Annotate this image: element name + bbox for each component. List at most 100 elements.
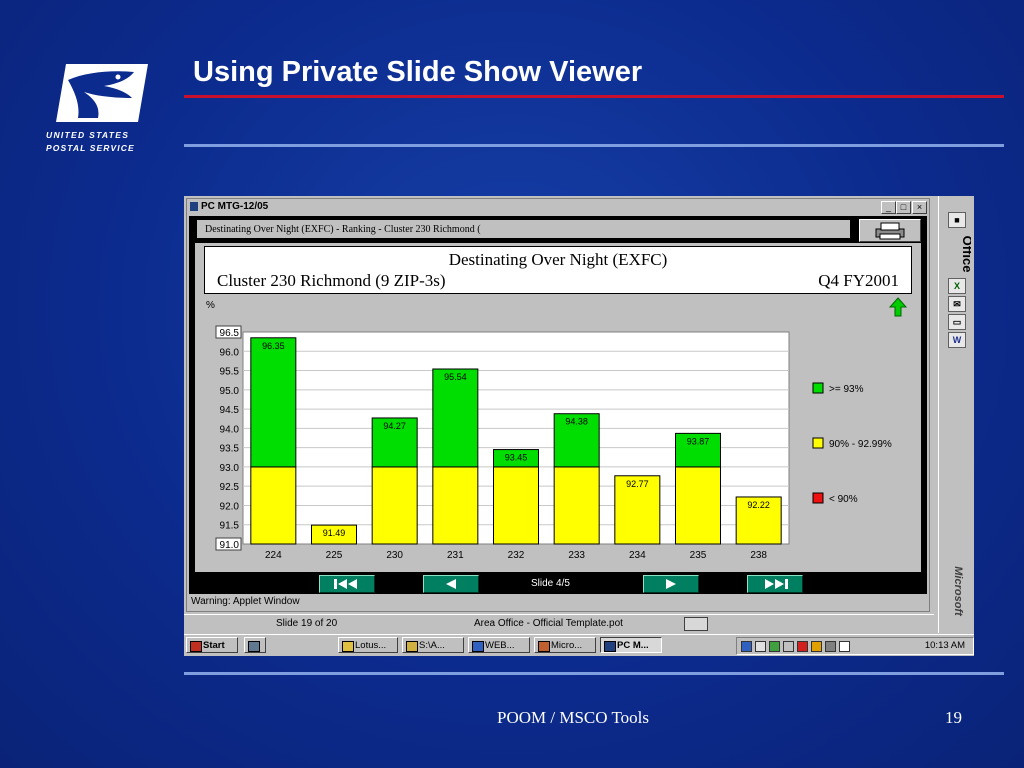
folder-icon [406, 641, 418, 652]
x-tick-label: 230 [386, 550, 403, 561]
spelling-icon [684, 617, 708, 631]
printer-icon [875, 222, 905, 240]
close-button[interactable]: × [912, 201, 927, 214]
embedded-screenshot: PC MTG-12/05 _ □ × Destinating Over Nigh… [184, 196, 974, 656]
y-tick-label: 94.0 [220, 424, 240, 435]
desktop-icon [248, 641, 260, 652]
bar-green [432, 368, 479, 468]
first-slide-button[interactable] [319, 575, 375, 593]
lotus-icon [342, 641, 354, 652]
bar-yellow [493, 466, 539, 545]
print-button[interactable] [859, 219, 921, 242]
taskbar: Start Lotus... S:\A... WEB... Micro... P… [184, 634, 974, 656]
clock[interactable]: 10:13 AM [925, 640, 965, 651]
windows-logo-icon [190, 641, 202, 652]
bar-value-label: 91.49 [323, 528, 346, 538]
up-arrow-icon[interactable] [889, 297, 907, 317]
x-tick-label: 234 [629, 550, 646, 561]
system-tray: 10:13 AM [736, 637, 974, 655]
minimize-button[interactable]: _ [881, 201, 896, 214]
office-logo-icon[interactable]: ■ [948, 212, 966, 228]
sync-icon[interactable] [811, 641, 822, 652]
footer-rule [184, 672, 1004, 675]
bar-value-label: 93.45 [505, 453, 528, 463]
agent-icon[interactable] [769, 641, 780, 652]
excel-icon[interactable]: X [948, 278, 966, 294]
logo-text-line1: UNITED STATES [46, 130, 130, 140]
y-tick-label: 91.0 [220, 540, 240, 551]
powerpoint-icon [538, 641, 550, 652]
printer-tray-icon[interactable] [825, 641, 836, 652]
slide-indicator: Slide 4/5 [531, 578, 570, 589]
last-icon [765, 579, 788, 589]
start-label: Start [203, 640, 225, 651]
legend-swatch [812, 437, 824, 449]
bar-chart: 96.5 96.0 95.5 95.0 94.5 94.0 93.5 93.0 92.5 92.0… [215, 325, 892, 561]
task-lotus[interactable]: Lotus... [338, 637, 398, 653]
y-tick-label: 93.5 [220, 444, 240, 455]
title-rule-blue [184, 144, 1004, 147]
bar-value-label: 96.35 [262, 341, 285, 351]
notes-n-icon[interactable] [797, 641, 808, 652]
chart-subtitle-left: Cluster 230 Richmond (9 ZIP-3s) [217, 271, 446, 290]
clock-tray-icon[interactable] [839, 641, 850, 652]
slide-number: 19 [945, 708, 962, 727]
usps-logo: UNITED STATES POSTAL SERVICE [46, 62, 156, 157]
first-icon [334, 579, 357, 589]
applet-titlebar[interactable]: PC MTG-12/05 _ □ × [187, 199, 929, 215]
bar-value-label: 94.38 [565, 417, 588, 427]
bar-value-label: 93.87 [687, 436, 710, 446]
legend-swatch [812, 382, 824, 394]
task-explorer[interactable]: S:\A... [402, 637, 464, 653]
word-icon[interactable]: W [948, 332, 966, 348]
x-tick-label: 235 [690, 550, 707, 561]
x-tick-label: 238 [750, 550, 767, 561]
task-pc-mtg[interactable]: PC M... [600, 637, 662, 653]
outlook-icon[interactable]: ✉ [948, 296, 966, 312]
task-micro[interactable]: Micro... [534, 637, 596, 653]
office-label-text: Office [960, 236, 971, 273]
applet-window: PC MTG-12/05 _ □ × Destinating Over Nigh… [186, 198, 930, 612]
microsoft-label-text: Microsoft [952, 566, 964, 617]
network-icon[interactable] [741, 641, 752, 652]
bar-value-label: 95.54 [444, 372, 467, 382]
next-slide-button[interactable] [643, 575, 699, 593]
quick-launch-desktop[interactable] [244, 637, 266, 653]
x-tick-label: 233 [568, 550, 585, 561]
y-tick-label: 95.5 [220, 367, 240, 378]
keyboard-icon[interactable] [755, 641, 766, 652]
y-tick-label: 94.5 [220, 405, 240, 416]
applet-icon [604, 641, 616, 652]
applet-title: PC MTG-12/05 [201, 201, 269, 212]
last-slide-button[interactable] [747, 575, 803, 593]
slide-navigation: Slide 4/5 [195, 573, 921, 593]
y-tick-label: 91.5 [220, 521, 240, 532]
x-tick-label: 231 [447, 550, 464, 561]
speaker-icon[interactable] [783, 641, 794, 652]
microsoft-label: Microsoft [952, 566, 964, 617]
footer-text: POOM / MSCO Tools [496, 708, 649, 727]
previous-slide-button[interactable] [423, 575, 479, 593]
chart-title: Destinating Over Night (EXFC) [448, 250, 668, 269]
office-shortcut-bar: ■ Office X ✉ ▭ W Microsoft [938, 196, 974, 633]
maximize-button[interactable]: □ [896, 201, 911, 214]
y-tick-label: 92.0 [220, 501, 240, 512]
x-tick-label: 232 [508, 550, 525, 561]
bar-yellow [675, 466, 721, 545]
logo-text-line2: POSTAL SERVICE [46, 143, 135, 153]
bar-value-label: 92.77 [626, 479, 649, 489]
powerpoint-status-bar: Slide 19 of 20 Area Office - Official Te… [184, 614, 934, 633]
chart-subtitle-right: Q4 FY2001 [818, 271, 899, 290]
mail-icon[interactable]: ▭ [948, 314, 966, 330]
window-icon [190, 202, 198, 211]
bar-yellow [371, 466, 418, 545]
y-tick-label: 92.5 [220, 482, 240, 493]
y-tick-label: 95.0 [220, 386, 240, 397]
chart-header: Destinating Over Night (EXFC) Cluster 23… [204, 246, 912, 294]
eagle-icon [56, 64, 148, 122]
task-micro-label: Micro... [551, 640, 583, 651]
start-button[interactable]: Start [186, 637, 238, 653]
x-tick-label: 224 [265, 550, 282, 561]
task-web[interactable]: WEB... [468, 637, 530, 653]
applet-warning: Warning: Applet Window [191, 596, 300, 607]
